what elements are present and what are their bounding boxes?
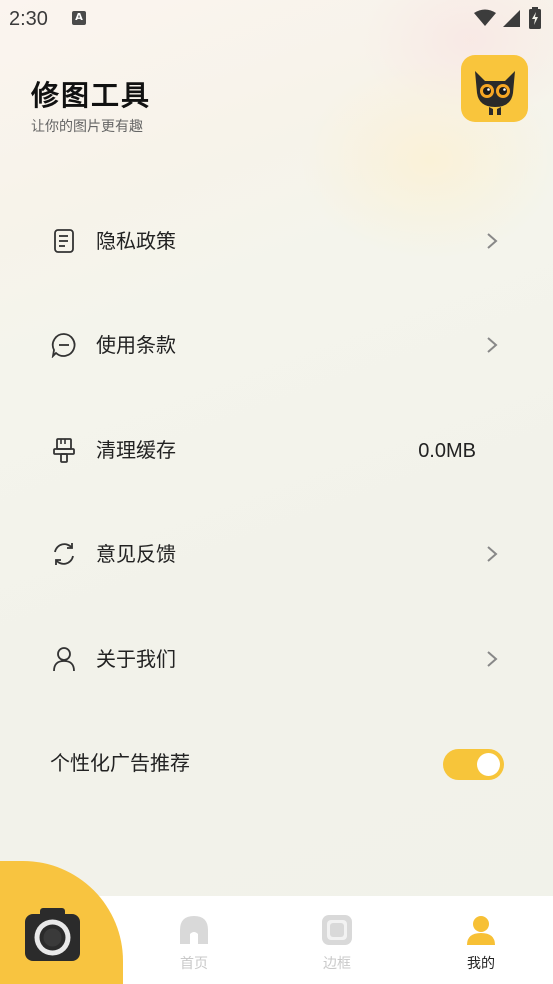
personalized-ads-label: 个性化广告推荐 (50, 751, 190, 775)
frame-icon (322, 915, 352, 945)
nav-home[interactable]: 首页 (164, 914, 224, 972)
nav-home-label: 首页 (180, 956, 208, 972)
chevron-right-icon (487, 233, 498, 249)
personalized-ads-row: 个性化广告推荐 (0, 734, 553, 794)
menu-label-feedback: 意见反馈 (96, 542, 176, 566)
menu-label-privacy-policy: 隐私政策 (96, 229, 176, 253)
battery-icon (529, 7, 541, 29)
status-time: 2:30 (9, 8, 48, 30)
nav-frame-label: 边框 (323, 956, 351, 972)
menu-label-about-us: 关于我们 (96, 647, 176, 671)
chevron-right-icon (487, 546, 498, 562)
cat-avatar[interactable] (461, 55, 528, 122)
toggle-knob (477, 753, 500, 776)
menu-item-about-us[interactable]: 关于我们 (0, 629, 553, 689)
camera-button[interactable] (0, 861, 123, 984)
refresh-icon (54, 543, 74, 565)
camera-icon (25, 908, 80, 961)
menu-label-clear-cache: 清理缓存 (96, 438, 176, 462)
chevron-right-icon (487, 651, 498, 667)
user-icon (53, 647, 75, 672)
black-cat-icon (474, 70, 515, 115)
wifi-icon (474, 9, 496, 26)
cache-size-value: 0.0MB (418, 440, 476, 462)
menu-label-terms-of-use: 使用条款 (96, 333, 176, 357)
menu-item-clear-cache[interactable]: 清理缓存 0.0MB (0, 420, 553, 480)
menu-item-terms-of-use[interactable]: 使用条款 (0, 315, 553, 375)
brush-icon (53, 438, 75, 463)
document-icon (54, 229, 74, 253)
chevron-right-icon (487, 337, 498, 353)
home-icon (180, 916, 208, 944)
status-bar: 2:30 A (0, 0, 553, 38)
nav-mine[interactable]: 我的 (451, 914, 511, 972)
signal-icon (503, 10, 520, 27)
person-icon (467, 916, 495, 945)
page-subtitle: 让你的图片更有趣 (31, 119, 143, 135)
chat-bubble-icon (51, 333, 76, 358)
personalized-ads-toggle[interactable] (443, 749, 504, 780)
page-title: 修图工具 (31, 79, 152, 112)
notification-a-icon: A (72, 11, 86, 25)
menu-item-privacy-policy[interactable]: 隐私政策 (0, 211, 553, 271)
menu-item-feedback[interactable]: 意见反馈 (0, 524, 553, 584)
nav-mine-label: 我的 (467, 956, 495, 972)
nav-frame[interactable]: 边框 (307, 914, 367, 972)
